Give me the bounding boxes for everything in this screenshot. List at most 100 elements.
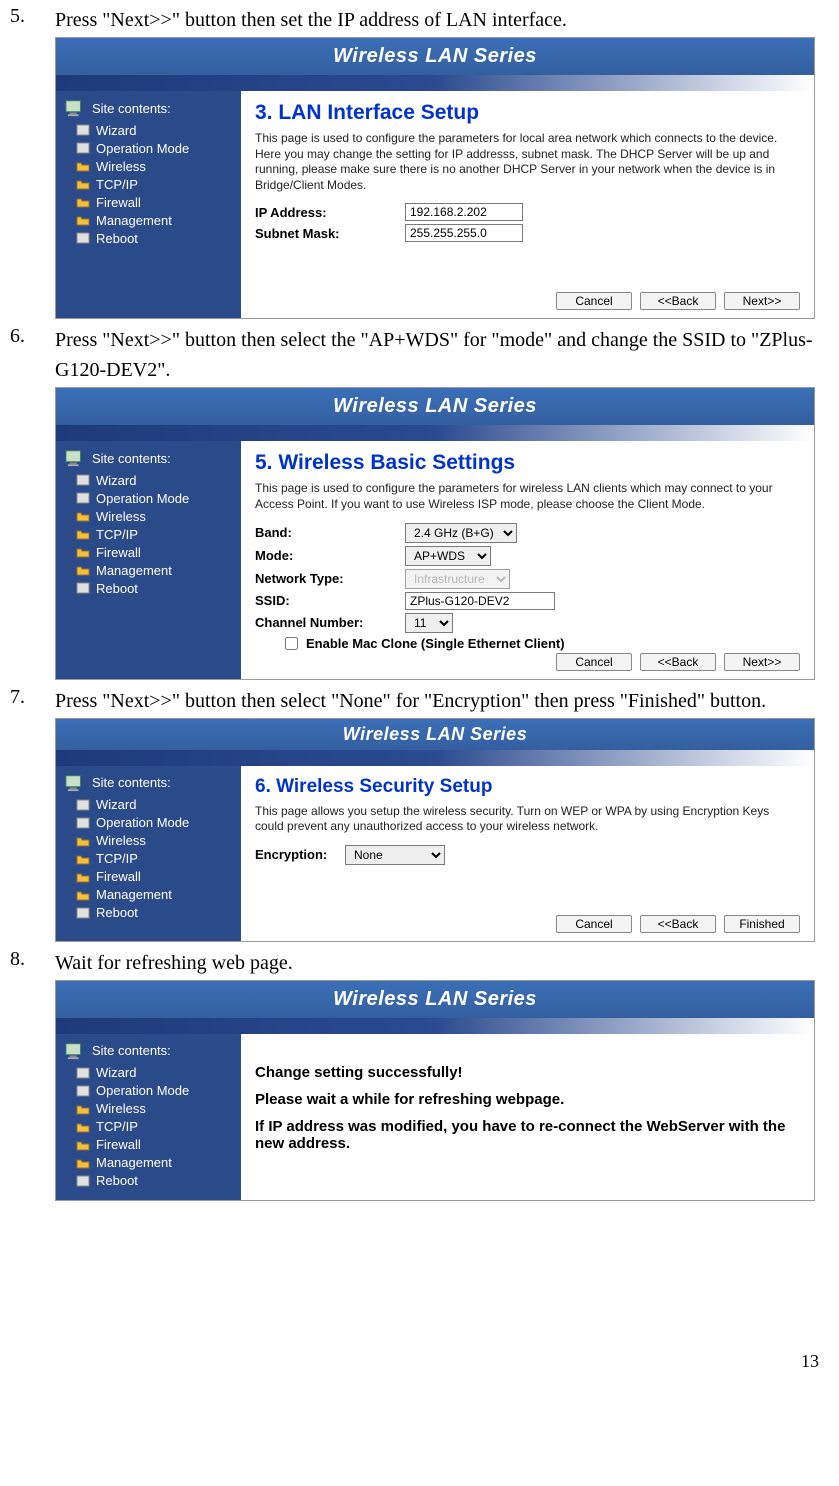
sidebar-item-label: Management [96, 887, 172, 902]
folder-icon [76, 1121, 90, 1133]
folder-icon [76, 853, 90, 865]
sidebar-item-wireless[interactable]: Wireless [56, 1100, 241, 1118]
sidebar-item-opmode[interactable]: Operation Mode [56, 1082, 241, 1100]
panel-lan-setup: Wireless LAN Series Site contents: Wizar… [55, 37, 815, 319]
sidebar-item-label: Operation Mode [96, 491, 189, 506]
sidebar-item-wireless[interactable]: Wireless [56, 157, 241, 175]
page-icon [76, 582, 90, 594]
sidebar: Site contents: Wizard Operation Mode Wir… [56, 1034, 241, 1200]
title-bar: Wireless LAN Series [56, 719, 814, 750]
nt-label: Network Type: [255, 571, 405, 586]
page-icon [76, 142, 90, 154]
sidebar: Site contents: Wizard Operation Mode Wir… [56, 91, 241, 318]
mode-select[interactable]: AP+WDS [405, 546, 491, 566]
ssid-input[interactable] [405, 592, 555, 610]
sidebar-item-tcpip[interactable]: TCP/IP [56, 850, 241, 868]
cancel-button[interactable]: Cancel [556, 653, 632, 671]
panel-wireless-basic: Wireless LAN Series Site contents: Wizar… [55, 387, 815, 679]
title-bar: Wireless LAN Series [56, 388, 814, 425]
sidebar-item-label: Wireless [96, 833, 146, 848]
sidebar-head-text: Site contents: [92, 101, 171, 116]
sidebar-item-management[interactable]: Management [56, 1154, 241, 1172]
sidebar: Site contents: Wizard Operation Mode Wir… [56, 766, 241, 941]
sidebar-item-reboot[interactable]: Reboot [56, 904, 241, 922]
sidebar-item-wizard[interactable]: Wizard [56, 471, 241, 489]
step-7-text: Press "Next>>" button then select "None"… [55, 686, 829, 716]
next-button[interactable]: Next>> [724, 653, 800, 671]
main-refreshing: Change setting successfully! Please wait… [241, 1034, 814, 1200]
computer-icon [64, 1042, 86, 1060]
band-label: Band: [255, 525, 405, 540]
finished-button[interactable]: Finished [724, 915, 800, 933]
sidebar-item-label: Firewall [96, 195, 141, 210]
sidebar-item-reboot[interactable]: Reboot [56, 579, 241, 597]
page-icon [76, 124, 90, 136]
sidebar-item-management[interactable]: Management [56, 561, 241, 579]
macclone-checkbox[interactable] [285, 637, 298, 650]
folder-icon [76, 1103, 90, 1115]
sidebar-item-wireless[interactable]: Wireless [56, 507, 241, 525]
page-icon [76, 232, 90, 244]
sidebar-item-management[interactable]: Management [56, 886, 241, 904]
sidebar-item-label: Wizard [96, 797, 136, 812]
cancel-button[interactable]: Cancel [556, 292, 632, 310]
sidebar-item-label: Wizard [96, 123, 136, 138]
sidebar-head: Site contents: [56, 97, 241, 121]
sidebar-item-wizard[interactable]: Wizard [56, 121, 241, 139]
sidebar-head-text: Site contents: [92, 1043, 171, 1058]
ip-input[interactable] [405, 203, 523, 221]
sidebar-item-label: Wireless [96, 159, 146, 174]
sidebar-item-wizard[interactable]: Wizard [56, 1064, 241, 1082]
ch-label: Channel Number: [255, 615, 405, 630]
back-button[interactable]: <<Back [640, 653, 716, 671]
sidebar-item-label: Reboot [96, 905, 138, 920]
sidebar-item-opmode[interactable]: Operation Mode [56, 814, 241, 832]
folder-icon [76, 1157, 90, 1169]
step-5-text: Press "Next>>" button then set the IP ad… [55, 5, 829, 35]
sidebar: Site contents: Wizard Operation Mode Wir… [56, 441, 241, 678]
next-button[interactable]: Next>> [724, 292, 800, 310]
sidebar-item-firewall[interactable]: Firewall [56, 1136, 241, 1154]
channel-select[interactable]: 11 [405, 613, 453, 633]
folder-icon [76, 889, 90, 901]
sidebar-item-management[interactable]: Management [56, 211, 241, 229]
sidebar-item-label: Reboot [96, 231, 138, 246]
sidebar-item-opmode[interactable]: Operation Mode [56, 139, 241, 157]
enc-label: Encryption: [255, 847, 345, 862]
back-button[interactable]: <<Back [640, 292, 716, 310]
mask-input[interactable] [405, 224, 523, 242]
back-button[interactable]: <<Back [640, 915, 716, 933]
sidebar-head-text: Site contents: [92, 451, 171, 466]
page-icon [76, 1175, 90, 1187]
sidebar-head-text: Site contents: [92, 775, 171, 790]
page-icon [76, 817, 90, 829]
sidebar-item-label: Management [96, 1155, 172, 1170]
computer-icon [64, 99, 86, 117]
sidebar-item-label: Wireless [96, 1101, 146, 1116]
heading-wb: 5. Wireless Basic Settings [255, 451, 800, 475]
sidebar-item-firewall[interactable]: Firewall [56, 543, 241, 561]
folder-icon [76, 1139, 90, 1151]
sidebar-item-reboot[interactable]: Reboot [56, 1172, 241, 1190]
sidebar-item-firewall[interactable]: Firewall [56, 193, 241, 211]
band-select[interactable]: 2.4 GHz (B+G) [405, 523, 517, 543]
sidebar-item-label: Firewall [96, 869, 141, 884]
sidebar-item-wireless[interactable]: Wireless [56, 832, 241, 850]
sidebar-item-tcpip[interactable]: TCP/IP [56, 1118, 241, 1136]
title-bar: Wireless LAN Series [56, 38, 814, 75]
step-7-num: 7. [10, 686, 55, 716]
sidebar-item-tcpip[interactable]: TCP/IP [56, 525, 241, 543]
cancel-button[interactable]: Cancel [556, 915, 632, 933]
encryption-select[interactable]: None [345, 845, 445, 865]
sidebar-item-wizard[interactable]: Wizard [56, 796, 241, 814]
sidebar-item-label: Firewall [96, 545, 141, 560]
sidebar-item-tcpip[interactable]: TCP/IP [56, 175, 241, 193]
sidebar-item-reboot[interactable]: Reboot [56, 229, 241, 247]
folder-icon [76, 528, 90, 540]
sidebar-item-opmode[interactable]: Operation Mode [56, 489, 241, 507]
folder-icon [76, 196, 90, 208]
folder-icon [76, 546, 90, 558]
step-6-text: Press "Next>>" button then select the "A… [55, 325, 829, 385]
sidebar-item-firewall[interactable]: Firewall [56, 868, 241, 886]
gradient-strip [56, 750, 814, 766]
